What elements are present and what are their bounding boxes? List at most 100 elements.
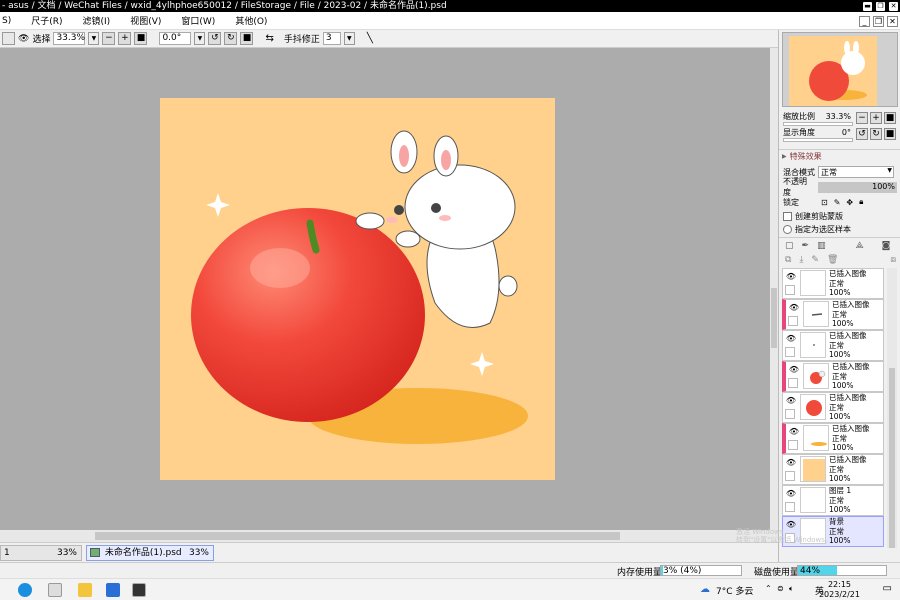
new-layer-icon[interactable]: ▢ bbox=[785, 241, 794, 251]
store-icon[interactable] bbox=[48, 583, 62, 597]
menu-item-view[interactable]: 视图(V) bbox=[120, 14, 171, 27]
rotate-right-button[interactable]: ↻ bbox=[224, 32, 238, 45]
opacity-slider[interactable]: 100% bbox=[817, 181, 897, 193]
nav-zoom-out-button[interactable]: − bbox=[856, 112, 868, 124]
file-explorer-icon[interactable] bbox=[78, 583, 92, 597]
menu-item-filter[interactable]: 滤镜(I) bbox=[73, 14, 121, 27]
clock[interactable]: 22:15 2023/2/21 bbox=[819, 580, 860, 600]
zoom-dropdown[interactable]: ▼ bbox=[88, 32, 100, 45]
layer-visibility-eye-icon[interactable]: 👁 bbox=[784, 487, 798, 501]
doc-minimize-button[interactable]: _ bbox=[859, 16, 870, 27]
weather-text[interactable]: 7°C 多云 bbox=[716, 584, 753, 597]
nav-angle-slider[interactable] bbox=[783, 138, 853, 142]
layer-row[interactable]: 👁 已插入图像 正常 100% bbox=[782, 454, 884, 485]
rotation-dropdown[interactable]: ▼ bbox=[194, 32, 206, 45]
layer-visibility-eye-icon[interactable]: 👁 bbox=[787, 363, 801, 377]
layer-select-checkbox[interactable] bbox=[785, 347, 795, 357]
layer-row[interactable]: 👁 已插入图像 正常 100% bbox=[782, 299, 884, 330]
layer-row[interactable]: 👁 已插入图像 正常 100% bbox=[782, 392, 884, 423]
stabilizer-dropdown[interactable]: ▼ bbox=[343, 32, 355, 45]
rotation-input[interactable]: 0.0° bbox=[159, 32, 192, 45]
layer-select-checkbox[interactable] bbox=[788, 378, 798, 388]
lock-all-icon[interactable]: 🔒︎ bbox=[859, 197, 863, 207]
menu-item-window[interactable]: 窗口(W) bbox=[171, 14, 225, 27]
layer-visibility-eye-icon[interactable]: 👁 bbox=[784, 270, 798, 284]
layer-row[interactable]: 👁 已插入图像 正常 100% bbox=[782, 423, 884, 454]
layer-list-scrollbar[interactable] bbox=[887, 268, 897, 548]
layer-thumbnail bbox=[800, 394, 826, 420]
layer-select-checkbox[interactable] bbox=[788, 316, 798, 326]
close-button[interactable]: ✕ bbox=[889, 1, 898, 11]
zoom-input[interactable]: 33.3% bbox=[53, 32, 86, 45]
nav-zoom-reset-button[interactable]: ■ bbox=[884, 112, 896, 124]
zoom-fit-button[interactable]: ■ bbox=[134, 32, 148, 45]
line-tool-icon[interactable]: ╲ bbox=[367, 33, 373, 44]
clip-mask-checkbox[interactable] bbox=[783, 211, 792, 221]
canvas-horizontal-scrollbar[interactable] bbox=[0, 530, 778, 542]
right-panel: 缩放比例 33.3% − + ■ 显示角度 0° ↺ ↻ ■ ▶ 特殊效果 混合… bbox=[778, 30, 900, 562]
hscroll-thumb[interactable] bbox=[95, 532, 620, 540]
edge-icon[interactable] bbox=[18, 583, 32, 597]
doc-tab-2[interactable]: 未命名作品(1).psd 33% bbox=[86, 545, 214, 561]
doc-close-button[interactable]: ✕ bbox=[887, 16, 898, 27]
delete-layer-icon[interactable]: 🗑︎ bbox=[827, 255, 838, 265]
layer-select-checkbox[interactable] bbox=[785, 502, 795, 512]
layer-row[interactable]: 👁 已插入图像 正常 100% bbox=[782, 361, 884, 392]
volume-icon[interactable]: 🔈︎ bbox=[789, 584, 794, 594]
menu-item-ruler[interactable]: 尺子(R) bbox=[21, 14, 72, 27]
zoom-in-button[interactable]: + bbox=[118, 32, 132, 45]
layer-properties-icon[interactable]: ⟁ bbox=[856, 241, 864, 251]
lock-move-icon[interactable]: ✥ bbox=[846, 198, 853, 207]
layer-visibility-eye-icon[interactable]: 👁 bbox=[784, 394, 798, 408]
layer-row[interactable]: 👁 已插入图像 正常 100% bbox=[782, 268, 884, 299]
eye-icon[interactable]: 👁 bbox=[18, 34, 29, 44]
canvas-vertical-scrollbar[interactable] bbox=[770, 48, 778, 542]
doc-restore-button[interactable]: ❐ bbox=[873, 16, 884, 27]
rotate-left-button[interactable]: ↺ bbox=[208, 32, 222, 45]
weather-icon[interactable]: ☁ bbox=[700, 584, 710, 595]
rotate-reset-button[interactable]: ■ bbox=[240, 32, 254, 45]
paint-tool-sai-icon[interactable] bbox=[132, 583, 146, 597]
canvas-artwork[interactable] bbox=[160, 98, 555, 480]
nav-rotate-reset-button[interactable]: ■ bbox=[884, 128, 896, 140]
merge-down-icon[interactable]: ⤓ bbox=[799, 255, 803, 265]
toolbar-blank-button[interactable] bbox=[2, 32, 15, 45]
flip-icon[interactable]: ⇆ bbox=[265, 33, 273, 44]
new-mask-layer-icon[interactable]: ▥ bbox=[817, 241, 826, 251]
layer-options-icon[interactable]: ⧈ bbox=[890, 255, 896, 265]
doc-tab-1[interactable]: 1 33% bbox=[0, 545, 82, 561]
restore-button[interactable]: ❐ bbox=[876, 1, 885, 11]
effects-section-header[interactable]: ▶ 特殊效果 bbox=[779, 149, 900, 162]
new-vector-layer-icon[interactable]: ✒ bbox=[802, 241, 810, 251]
nav-rotate-left-button[interactable]: ↺ bbox=[856, 128, 868, 140]
layer-visibility-eye-icon[interactable]: 👁 bbox=[787, 425, 801, 439]
layer-select-checkbox[interactable] bbox=[785, 471, 795, 481]
layer-row[interactable]: 👁 已插入图像 正常 100% bbox=[782, 330, 884, 361]
layer-visibility-eye-icon[interactable]: 👁 bbox=[787, 301, 801, 315]
stabilizer-input[interactable]: 3 bbox=[322, 32, 341, 45]
layer-row[interactable]: 👁 图层 1 正常 100% bbox=[782, 485, 884, 516]
network-icon[interactable]: ⊜ bbox=[777, 584, 784, 593]
selection-sample-radio[interactable] bbox=[783, 224, 792, 234]
menu-item-other[interactable]: 其他(O) bbox=[225, 14, 277, 27]
mail-icon[interactable] bbox=[106, 583, 120, 597]
layer-visibility-eye-icon[interactable]: 👁 bbox=[784, 332, 798, 346]
nav-rotate-right-button[interactable]: ↻ bbox=[870, 128, 882, 140]
copy-layer-icon[interactable]: ⧉ bbox=[785, 255, 791, 265]
minimize-button[interactable]: ▬ bbox=[863, 1, 872, 11]
clear-layer-icon[interactable]: ✎ bbox=[811, 255, 819, 265]
layer-select-checkbox[interactable] bbox=[785, 285, 795, 295]
tray-expand-icon[interactable]: ⌃ bbox=[765, 584, 772, 593]
menu-item-select[interactable]: S) bbox=[0, 16, 21, 26]
layer-visibility-eye-icon[interactable]: 👁 bbox=[784, 456, 798, 470]
layer-select-checkbox[interactable] bbox=[785, 409, 795, 419]
notification-icon[interactable]: ▭ bbox=[883, 583, 892, 594]
lock-transparency-icon[interactable]: ⊡ bbox=[821, 198, 828, 207]
nav-zoom-in-button[interactable]: + bbox=[870, 112, 882, 124]
zoom-out-button[interactable]: − bbox=[102, 32, 116, 45]
blend-mode-select[interactable]: 正常 ▼ bbox=[818, 166, 894, 178]
layer-select-checkbox[interactable] bbox=[788, 440, 798, 450]
navigator-thumbnail[interactable] bbox=[782, 32, 898, 107]
lock-paint-icon[interactable]: ✎ bbox=[834, 198, 841, 207]
layer-mask-icon[interactable]: ◙ bbox=[882, 241, 891, 251]
